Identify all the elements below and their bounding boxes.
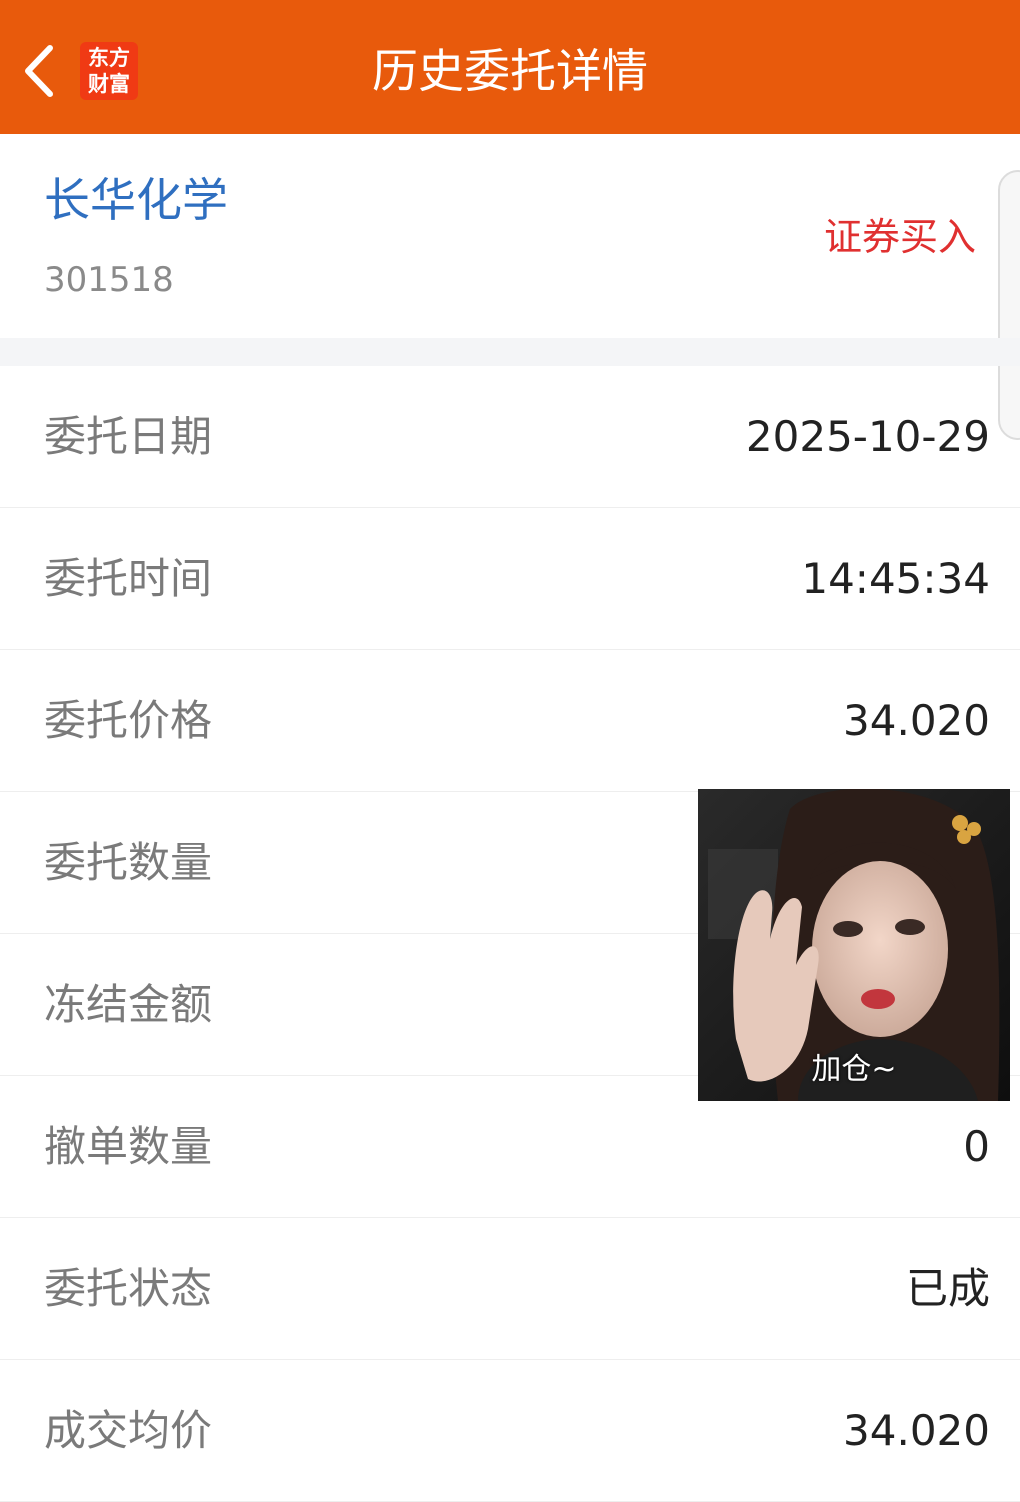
row-value: 已成 xyxy=(905,1264,990,1313)
row-label: 委托状态 xyxy=(44,1264,213,1313)
trade-type-label: 证券买入 xyxy=(823,215,976,259)
stock-info-card: 长华化学 301518 证券买入 xyxy=(0,134,1020,338)
row-label: 委托日期 xyxy=(44,412,213,461)
top-navigation-bar: 东方 财富 历史委托详情 xyxy=(0,0,1020,134)
stock-code: 301518 xyxy=(44,260,174,300)
detail-row-order-date: 委托日期 2025-10-29 xyxy=(0,366,1020,508)
row-label: 冻结金额 xyxy=(44,980,213,1029)
row-value: 14:45:34 xyxy=(801,554,990,603)
row-value: 34.020 xyxy=(843,696,990,745)
detail-row-order-time: 委托时间 14:45:34 xyxy=(0,508,1020,650)
row-label: 委托价格 xyxy=(44,696,213,745)
section-divider xyxy=(0,338,1020,366)
detail-row-order-price: 委托价格 34.020 xyxy=(0,650,1020,792)
sticker-caption: 加仓~ xyxy=(811,1052,897,1087)
meme-sticker-image: 加仓~ xyxy=(698,789,1010,1101)
row-label: 成交均价 xyxy=(44,1406,213,1455)
stock-name[interactable]: 长华化学 xyxy=(44,170,228,230)
row-label: 撤单数量 xyxy=(44,1122,213,1171)
row-value: 34.020 xyxy=(843,1406,990,1455)
detail-row-average-price: 成交均价 34.020 xyxy=(0,1360,1020,1502)
page-title: 历史委托详情 xyxy=(372,44,648,98)
row-label: 委托数量 xyxy=(44,838,213,887)
row-value: 2025-10-29 xyxy=(745,412,990,461)
row-label: 委托时间 xyxy=(44,554,213,603)
detail-row-order-status: 委托状态 已成 xyxy=(0,1218,1020,1360)
row-value: 0 xyxy=(963,1122,990,1171)
